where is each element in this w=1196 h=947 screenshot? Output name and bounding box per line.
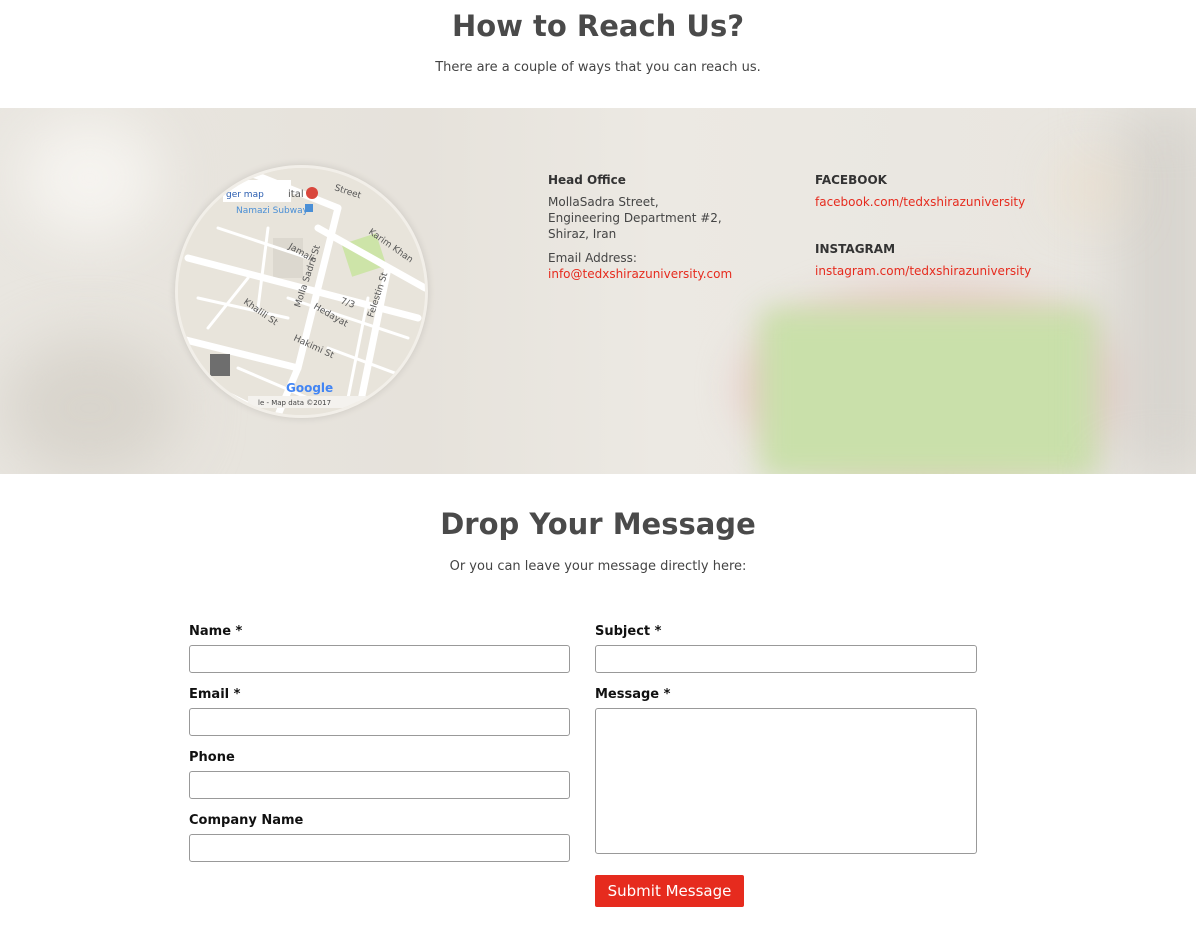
message-textarea[interactable]	[595, 708, 977, 854]
address-line-1: MollaSadra Street,	[548, 195, 659, 209]
address-line-2: Engineering Department #2,	[548, 211, 722, 225]
instagram-heading: INSTAGRAM	[815, 242, 896, 256]
email-field-label: Email *	[189, 687, 241, 702]
bg-blur-shadow	[0, 338, 180, 474]
message-label: Message *	[595, 687, 671, 702]
subject-label: Subject *	[595, 624, 662, 639]
company-label: Company Name	[189, 813, 304, 828]
phone-label: Phone	[189, 750, 235, 765]
drop-subtitle: Or you can leave your message directly h…	[449, 559, 747, 574]
street-view-icon[interactable]	[210, 354, 230, 376]
subject-input[interactable]	[595, 645, 977, 673]
hospital-icon	[306, 187, 318, 199]
email-label: Email Address:	[548, 251, 637, 265]
email-input[interactable]	[189, 708, 570, 736]
google-logo: Google	[286, 381, 333, 395]
reach-title: How to Reach Us?	[451, 9, 745, 43]
svg-text:Namazi Subway: Namazi Subway	[236, 206, 309, 216]
name-input[interactable]	[189, 645, 570, 673]
instagram-link[interactable]: instagram.com/tedxshirazuniversity	[815, 264, 1031, 278]
name-label: Name *	[189, 624, 243, 639]
head-office-block: Head Office MollaSadra Street, Engineeri…	[548, 172, 778, 282]
email-link[interactable]: info@tedxshirazuniversity.com	[548, 267, 732, 281]
reach-subtitle: There are a couple of ways that you can …	[435, 60, 761, 75]
drop-title: Drop Your Message	[440, 507, 756, 541]
head-office-heading: Head Office	[548, 173, 626, 187]
bg-blur-light	[20, 118, 160, 238]
bg-blur-green	[760, 308, 1100, 474]
phone-input[interactable]	[189, 771, 570, 799]
social-block: FACEBOOK facebook.com/tedxshirazuniversi…	[815, 172, 1095, 279]
subway-icon	[305, 204, 313, 212]
facebook-heading: FACEBOOK	[815, 173, 887, 187]
submit-message-button[interactable]: Submit Message	[595, 875, 744, 907]
facebook-link[interactable]: facebook.com/tedxshirazuniversity	[815, 195, 1025, 209]
map-widget[interactable]: ger map ital Street Namazi Subway Karim …	[175, 165, 428, 418]
svg-text:ital: ital	[288, 189, 304, 200]
bg-blur-right	[1120, 108, 1196, 474]
map-image: ger map ital Street Namazi Subway Karim …	[178, 168, 425, 415]
map-attribution: le - Map data ©2017	[258, 399, 331, 407]
map-larger-map-link[interactable]: ger map	[226, 190, 264, 200]
address-line-3: Shiraz, Iran	[548, 227, 617, 241]
company-input[interactable]	[189, 834, 570, 862]
